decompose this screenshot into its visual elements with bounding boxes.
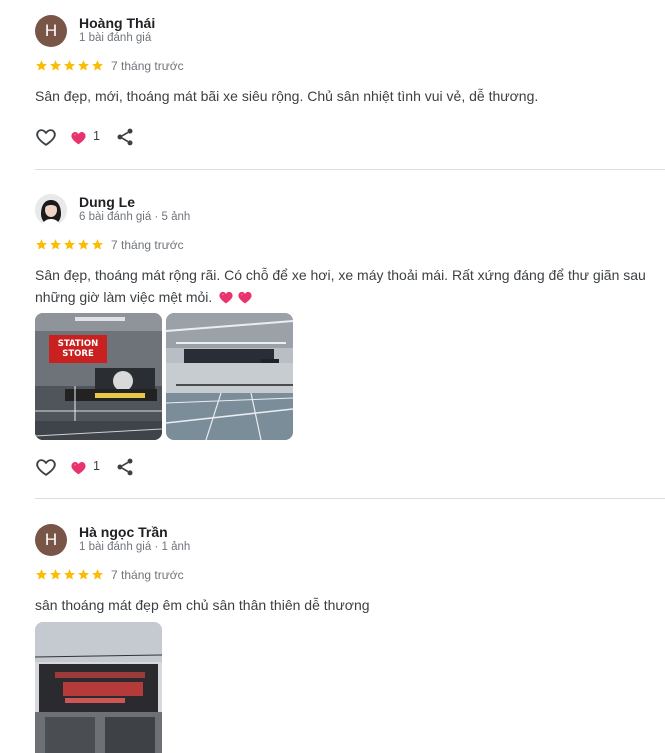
- photo-storefront: [35, 622, 162, 753]
- review-date: 7 tháng trước: [111, 568, 184, 582]
- like-count: 1: [93, 129, 100, 143]
- star-icon: [92, 569, 103, 580]
- avatar[interactable]: H: [35, 524, 67, 556]
- avatar-letter: H: [44, 21, 58, 40]
- avatar-letter: H: [44, 530, 58, 549]
- reviewer-name[interactable]: Hoàng Thái: [79, 15, 155, 31]
- divider: [35, 169, 665, 170]
- photo-store-interior: STATION STORE: [35, 313, 162, 440]
- star-icon: [36, 60, 47, 71]
- star-rating: [35, 568, 104, 581]
- star-icon: [92, 239, 103, 250]
- review-actions: 1: [35, 126, 155, 148]
- heart-filled-icon: [71, 132, 86, 145]
- review-photo[interactable]: [166, 313, 293, 440]
- review-text: Sân đẹp, mới, thoáng mát bãi xe siêu rộn…: [35, 88, 539, 104]
- review-date: 7 tháng trước: [111, 59, 184, 73]
- reviewer-meta: 1 bài đánh giá · 1 ảnh: [79, 541, 191, 553]
- star-icon: [36, 239, 47, 250]
- reviewer-name[interactable]: Hà ngọc Trần: [79, 524, 168, 540]
- star-icon: [78, 60, 89, 71]
- star-icon: [64, 60, 75, 71]
- heart-outline-icon[interactable]: [35, 456, 57, 478]
- review-date: 7 tháng trước: [111, 238, 184, 252]
- review-actions: 1: [35, 456, 155, 478]
- star-icon: [50, 239, 61, 250]
- star-icon: [50, 569, 61, 580]
- star-icon: [36, 569, 47, 580]
- avatar-photo: [35, 194, 67, 226]
- svg-text:STORE: STORE: [62, 349, 94, 359]
- star-rating: [35, 59, 104, 72]
- avatar[interactable]: H: [35, 15, 67, 47]
- star-icon: [64, 569, 75, 580]
- avatar[interactable]: [35, 194, 67, 226]
- star-icon: [78, 569, 89, 580]
- review-text-line: Sân đẹp, thoáng mát rộng rãi. Có chỗ để …: [35, 267, 646, 283]
- review-photo[interactable]: [35, 622, 162, 753]
- review-text: Sân đẹp, thoáng mát rộng rãi. Có chỗ để …: [35, 264, 655, 308]
- review-text: sân thoáng mát đẹp êm chủ sân thân thiên…: [35, 597, 370, 613]
- review-text-line: những giờ làm việc mệt mỏi.: [35, 289, 213, 305]
- heart-outline-icon[interactable]: [35, 126, 57, 148]
- share-icon[interactable]: [115, 456, 135, 478]
- reviewer-meta: 1 bài đánh giá: [79, 32, 152, 44]
- photo-badminton-court: [166, 313, 293, 440]
- review-photo[interactable]: STATION STORE: [35, 313, 162, 440]
- star-icon: [92, 60, 103, 71]
- heart-filled-icon: [71, 462, 86, 475]
- review-text-line-2: những giờ làm việc mệt mỏi.: [35, 286, 655, 308]
- divider: [35, 498, 665, 499]
- reviewer-name[interactable]: Dung Le: [79, 194, 135, 210]
- reviewer-meta: 6 bài đánh giá · 5 ảnh: [79, 211, 191, 223]
- like-count: 1: [93, 459, 100, 473]
- share-icon[interactable]: [115, 126, 135, 148]
- heart-emoji-icon: [238, 291, 252, 304]
- star-icon: [78, 239, 89, 250]
- star-rating: [35, 238, 104, 251]
- svg-text:STATION: STATION: [58, 339, 98, 349]
- star-icon: [64, 239, 75, 250]
- star-icon: [50, 60, 61, 71]
- heart-emoji-icon: [219, 291, 233, 304]
